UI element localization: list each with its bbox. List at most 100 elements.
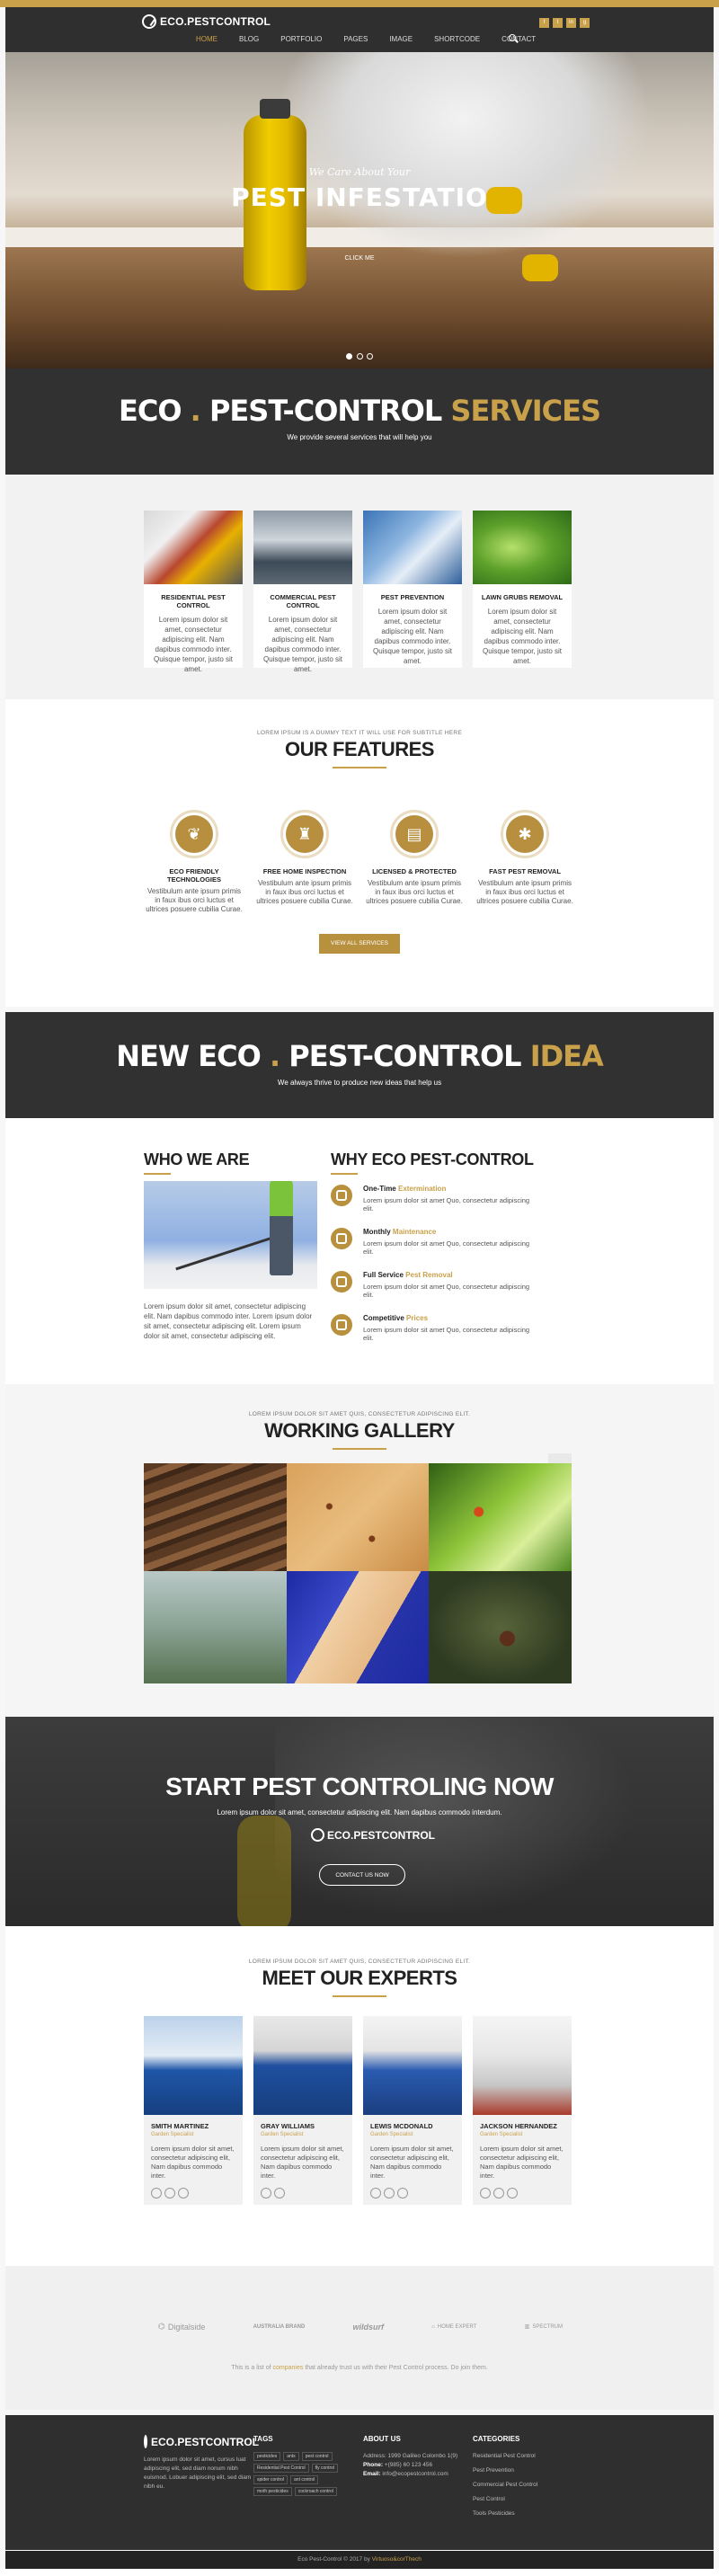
gallery-tile[interactable]	[286, 1571, 430, 1683]
slider-dot[interactable]	[356, 353, 363, 360]
tag-cloud: pesticides ants pest control Residential…	[253, 2452, 352, 2496]
header: ECO.PESTCONTROL f t in g HOME BLOG PORTF…	[5, 7, 714, 52]
view-all-services-button[interactable]: VIEW ALL SERVICES	[319, 934, 400, 954]
service-title: COMMERCIAL PEST CONTROL	[270, 593, 336, 609]
nav-portfolio[interactable]: PORTFOLIO	[270, 35, 333, 43]
idea-band: NEW ECO . PEST-CONTROL IDEA We always th…	[5, 1012, 714, 1131]
twitter-icon[interactable]	[164, 2188, 175, 2198]
why-header: WHY ECO PEST-CONTROL	[331, 1150, 534, 1175]
slider-dot[interactable]	[346, 353, 353, 360]
twitter-icon[interactable]	[493, 2188, 504, 2198]
gallery-tile[interactable]	[286, 1463, 430, 1571]
team-member-card[interactable]: JACKSON HERNANDEZ Garden Specialist Lore…	[473, 2016, 572, 2205]
nav-blog[interactable]: BLOG	[228, 35, 270, 43]
category-link[interactable]: Residential Pest Control	[473, 2452, 581, 2461]
member-name: SMITH MARTINEZ	[151, 2122, 209, 2130]
who-we-are-text: Lorem ipsum dolor sit amet, consectetur …	[144, 1302, 313, 1340]
client-logo[interactable]: ▥ SPECTRUM	[525, 2322, 563, 2332]
linkedin-icon[interactable]: in	[566, 18, 576, 28]
client-logo[interactable]: ⌬ Digitalside	[158, 2322, 205, 2332]
category-link[interactable]: Tools Pesticides	[473, 2509, 581, 2518]
facebook-icon[interactable]	[370, 2188, 381, 2198]
service-card[interactable]: RESIDENTIAL PEST CONTROL Lorem ipsum dol…	[144, 511, 243, 673]
site-logo[interactable]: ECO.PESTCONTROL	[142, 14, 271, 29]
twitter-icon[interactable]: t	[553, 18, 563, 28]
linkedin-icon[interactable]	[178, 2188, 189, 2198]
features-eyebrow: LOREM IPSUM IS A DUMMY TEXT IT WILL USE …	[256, 730, 463, 736]
team-section: LOREM IPSUM DOLOR SIT AMET QUIS, CONSECT…	[5, 1926, 714, 2266]
features-title: OUR FEATURES	[285, 738, 434, 760]
nav-contact[interactable]: CONTACT	[491, 35, 546, 43]
contact-us-button[interactable]: CONTACT US NOW	[319, 1864, 405, 1886]
gallery-filter-tab[interactable]	[548, 1453, 572, 1463]
client-logo[interactable]: AUSTRALIA BRAND	[253, 2322, 306, 2332]
nav-pages[interactable]: PAGES	[333, 35, 378, 43]
twitter-icon[interactable]	[274, 2188, 285, 2198]
tag[interactable]: ants	[283, 2452, 299, 2461]
why-title-part: Monthly	[363, 1228, 391, 1236]
feature-item: ▤ LICENSED & PROTECTED Vestibulum ante i…	[365, 810, 464, 906]
service-text: Lorem ipsum dolor sit amet, consectetur …	[153, 616, 234, 673]
gallery-tile[interactable]	[144, 1571, 287, 1683]
service-card[interactable]: LAWN GRUBS REMOVAL Lorem ipsum dolor sit…	[473, 511, 572, 668]
tag[interactable]: pesticides	[253, 2452, 281, 2461]
feature-icon-ring: ▤	[390, 810, 439, 858]
category-link[interactable]: Pest Prevention	[473, 2466, 581, 2475]
team-member-card[interactable]: LEWIS MCDONALD Garden Specialist Lorem i…	[363, 2016, 462, 2205]
team-member-card[interactable]: SMITH MARTINEZ Garden Specialist Lorem i…	[144, 2016, 243, 2205]
service-card[interactable]: COMMERCIAL PEST CONTROL Lorem ipsum dolo…	[253, 511, 352, 673]
nav-home[interactable]: HOME	[185, 35, 228, 43]
client-logo[interactable]: wildsurf	[353, 2322, 385, 2332]
client-logo-text: SPECTRUM	[532, 2323, 563, 2330]
cta-logo: ECO.PESTCONTROL	[311, 1828, 435, 1842]
client-logo[interactable]: ⌂ HOME EXPERT	[431, 2322, 476, 2332]
title-underline	[144, 1173, 171, 1175]
member-text: Lorem ipsum dolor sit amet, consectetur …	[261, 2145, 344, 2180]
tag[interactable]: fly control	[311, 2464, 339, 2473]
tag[interactable]: cockroach control	[294, 2487, 337, 2496]
tag[interactable]: moth pesticides	[253, 2487, 292, 2496]
slider-dot[interactable]	[366, 353, 373, 360]
team-member-card[interactable]: GRAY WILLIAMS Garden Specialist Lorem ip…	[253, 2016, 352, 2205]
footer-about: ECO.PESTCONTROL Lorem ipsum dolor sit am…	[144, 2435, 259, 2492]
copyright-link[interactable]: Virtuoso&corThech	[372, 2556, 422, 2563]
gallery-tile[interactable]	[429, 1571, 572, 1683]
facebook-icon[interactable]	[480, 2188, 491, 2198]
gallery-tile[interactable]	[144, 1463, 287, 1571]
footer-logo[interactable]: ECO.PESTCONTROL	[144, 2435, 259, 2448]
gallery-section: LOREM IPSUM DOLOR SIT AMET QUIS, CONSECT…	[5, 1384, 714, 1717]
calendar-icon	[331, 1228, 352, 1249]
twitter-icon[interactable]	[384, 2188, 395, 2198]
service-image	[253, 511, 352, 584]
social-links: f t in g	[539, 18, 590, 28]
feature-title: FAST PEST REMOVAL	[489, 867, 561, 875]
facebook-icon[interactable]	[151, 2188, 162, 2198]
member-photo	[144, 2016, 243, 2115]
search-icon[interactable]	[509, 34, 516, 41]
category-link[interactable]: Commercial Pest Control	[473, 2481, 581, 2490]
gallery-tile[interactable]	[429, 1463, 572, 1571]
who-we-are-photo	[144, 1181, 317, 1289]
tag[interactable]: pest control	[301, 2452, 333, 2461]
email-value[interactable]: info@ecopestcontrol.com	[382, 2471, 448, 2477]
tag[interactable]: spider control	[253, 2475, 288, 2484]
service-card[interactable]: PEST PREVENTION Lorem ipsum dolor sit am…	[363, 511, 462, 668]
cta-background	[275, 1717, 652, 1926]
category-link[interactable]: Pest Control	[473, 2495, 581, 2504]
service-title: LAWN GRUBS REMOVAL	[481, 593, 564, 601]
tag[interactable]: ant control	[290, 2475, 319, 2484]
bug-icon: ✱	[506, 815, 544, 853]
idea-subtitle: We always thrive to produce new ideas th…	[277, 1079, 442, 1087]
linkedin-icon[interactable]	[397, 2188, 408, 2198]
nav-shortcode[interactable]: SHORTCODE	[423, 35, 491, 43]
facebook-icon[interactable]: f	[539, 18, 549, 28]
nav-image[interactable]: IMAGE	[378, 35, 423, 43]
google-icon[interactable]: g	[580, 18, 590, 28]
leaf-logo-icon	[144, 2435, 147, 2448]
linkedin-icon[interactable]	[507, 2188, 518, 2198]
leaf-logo-icon	[142, 14, 156, 29]
cta-section: START PEST CONTROLING NOW Lorem ipsum do…	[5, 1717, 714, 1926]
facebook-icon[interactable]	[261, 2188, 271, 2198]
who-we-are-title: WHO WE ARE	[144, 1150, 250, 1168]
tag[interactable]: Residential Pest Control	[253, 2464, 309, 2473]
